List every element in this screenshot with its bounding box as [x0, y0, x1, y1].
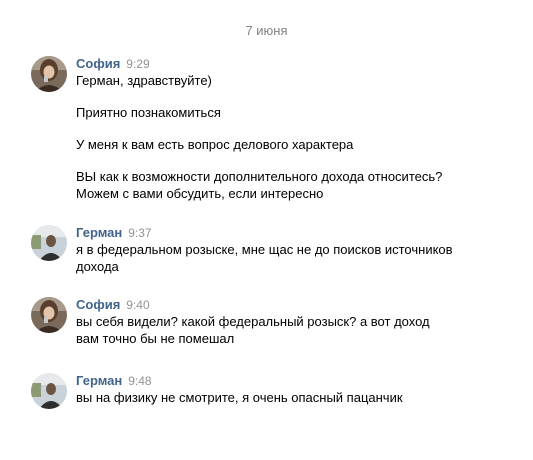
avatar[interactable] — [31, 373, 67, 409]
message-time[interactable]: 9:37 — [128, 226, 151, 240]
message-text: вы себя видели? какой федеральный розыск… — [76, 314, 430, 329]
message-text: У меня к вам есть вопрос делового характ… — [76, 137, 354, 152]
message-time[interactable]: 9:48 — [128, 374, 151, 388]
author-name[interactable]: Герман — [76, 373, 122, 388]
message-time[interactable]: 9:29 — [126, 57, 149, 71]
author-name[interactable]: Герман — [76, 225, 122, 240]
avatar[interactable] — [31, 56, 67, 92]
message-text: Приятно познакомиться — [76, 105, 221, 120]
message-text: вы на физику не смотрите, я очень опасны… — [76, 390, 403, 405]
message-text: дохода — [76, 259, 119, 274]
message-text: ВЫ как к возможности дополнительного дох… — [76, 169, 443, 184]
author-name[interactable]: София — [76, 56, 120, 71]
message-time[interactable]: 9:40 — [126, 298, 149, 312]
avatar[interactable] — [31, 225, 67, 261]
date-separator: 7 июня — [245, 23, 288, 38]
message-text: Можем с вами обсудить, если интересно — [76, 186, 324, 201]
author-name[interactable]: София — [76, 297, 120, 312]
message-text: вам точно бы не помешал — [76, 331, 235, 346]
message-text: Герман, здравствуйте) — [76, 73, 212, 88]
message-text: я в федеральном розыске, мне щас не до п… — [76, 242, 453, 257]
avatar[interactable] — [31, 297, 67, 333]
